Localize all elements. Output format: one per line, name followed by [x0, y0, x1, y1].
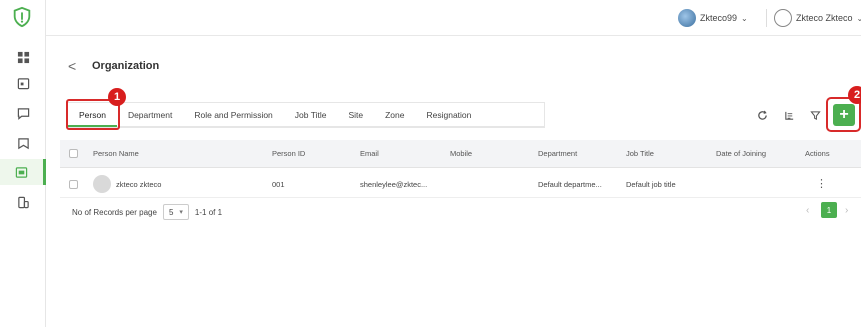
app-window: Zkteco99 ⌄ Zkteco Zkteco ⌄ < Organizatio… [0, 0, 861, 327]
chevron-down-icon: ⌄ [741, 13, 748, 23]
step-marker-1: 1 [108, 88, 126, 106]
email-cell: shenleylee@zktec... [360, 180, 428, 189]
avatar [678, 9, 696, 27]
ribbon-icon[interactable] [0, 130, 46, 156]
page-title: Organization [92, 60, 160, 72]
column-header[interactable]: Email [360, 149, 379, 158]
column-settings-icon[interactable] [782, 108, 796, 122]
device-icon[interactable] [0, 189, 46, 215]
table-row[interactable]: zkteco zkteco 001 shenleylee@zktec... De… [60, 170, 861, 198]
back-button[interactable]: < [68, 58, 76, 74]
record-range: 1-1 of 1 [194, 207, 223, 217]
user-menu-primary[interactable]: Zkteco99 ⌄ [678, 8, 748, 28]
message-icon[interactable] [0, 100, 46, 126]
avatar [774, 9, 792, 27]
column-header[interactable]: Date of Joining [716, 149, 766, 158]
tab-role-and-permission[interactable]: Role and Permission [183, 103, 283, 127]
add-person-button[interactable]: + [833, 104, 855, 126]
username-label: Zkteco99 [700, 13, 738, 23]
chevron-down-icon: ▾ [179, 209, 183, 216]
person-name-cell[interactable]: zkteco zkteco [116, 180, 161, 189]
shield-logo-icon[interactable] [11, 6, 33, 28]
column-header[interactable]: Mobile [450, 149, 472, 158]
column-header[interactable]: Job Title [626, 149, 654, 158]
select-all-checkbox[interactable] [69, 149, 78, 158]
column-header[interactable]: Person ID [272, 149, 305, 158]
tab-zone[interactable]: Zone [374, 103, 415, 127]
records-per-page-label: No of Records per page [72, 207, 157, 217]
filter-icon[interactable] [808, 108, 822, 122]
refresh-icon[interactable] [755, 108, 769, 122]
dashboard-icon[interactable] [0, 44, 46, 70]
table-header: Person Name Person ID Email Mobile Depar… [60, 140, 861, 168]
chevron-down-icon: ⌄ [856, 13, 861, 23]
column-header: Actions [805, 149, 830, 158]
calendar-icon[interactable] [0, 70, 46, 96]
row-checkbox[interactable] [69, 180, 78, 189]
more-actions-icon[interactable]: ⋮ [816, 177, 827, 190]
column-header[interactable]: Department [538, 149, 577, 158]
department-cell: Default departme... [538, 180, 602, 189]
page-size-select[interactable]: 5 ▾ [162, 204, 189, 220]
sidebar [0, 0, 46, 327]
avatar [93, 175, 111, 193]
next-page-button[interactable]: › [845, 205, 848, 216]
user-menu-secondary[interactable]: Zkteco Zkteco ⌄ [774, 8, 861, 28]
tab-department[interactable]: Department [117, 103, 183, 127]
tab-bar: Person Department Role and Permission Jo… [67, 102, 545, 128]
top-bar: Zkteco99 ⌄ Zkteco Zkteco ⌄ [46, 0, 861, 36]
page-size-value: 5 [168, 207, 174, 217]
tab-site[interactable]: Site [337, 103, 374, 127]
username-label: Zkteco Zkteco [796, 13, 853, 23]
tab-job-title[interactable]: Job Title [284, 103, 338, 127]
page-1-button[interactable]: 1 [821, 202, 837, 218]
person-id-cell: 001 [272, 180, 285, 189]
column-header[interactable]: Person Name [93, 149, 139, 158]
pagination-bar: No of Records per page 5 ▾ 1-1 of 1 [72, 204, 222, 220]
prev-page-button[interactable]: ‹ [806, 205, 809, 216]
personnel-icon[interactable] [0, 159, 46, 185]
step-marker-2: 2 [848, 86, 861, 104]
job-title-cell: Default job title [626, 180, 676, 189]
tab-resignation[interactable]: Resignation [415, 103, 482, 127]
divider [766, 9, 767, 27]
